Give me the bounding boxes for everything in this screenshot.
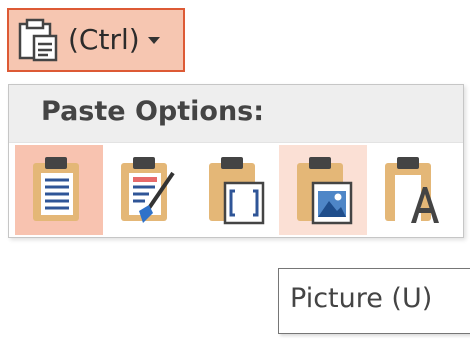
use-destination-theme-icon bbox=[33, 157, 79, 221]
paste-option-picture[interactable] bbox=[279, 145, 367, 235]
paste-options-menu: Paste Options: bbox=[8, 84, 464, 238]
ctrl-label: (Ctrl) bbox=[68, 23, 140, 56]
embed-icon bbox=[209, 157, 265, 225]
dropdown-arrow-icon bbox=[147, 37, 160, 44]
paste-option-embed[interactable] bbox=[191, 145, 279, 235]
paste-option-keep-text-only[interactable] bbox=[367, 145, 455, 235]
paste-options-row bbox=[15, 145, 455, 235]
picture-icon bbox=[297, 157, 353, 225]
menu-title: Paste Options: bbox=[41, 96, 265, 127]
keep-text-only-icon bbox=[385, 157, 439, 223]
paste-options-ctrl-button[interactable]: (Ctrl) bbox=[7, 8, 185, 72]
paste-clipboard-icon bbox=[18, 18, 58, 62]
picture-tooltip: Picture (U) bbox=[278, 268, 470, 334]
keep-source-formatting-icon bbox=[121, 157, 175, 223]
tooltip-text: Picture (U) bbox=[290, 283, 433, 314]
paste-option-keep-source-formatting[interactable] bbox=[103, 145, 191, 235]
paste-options-header: Paste Options: bbox=[9, 85, 463, 143]
paste-option-use-destination-theme[interactable] bbox=[15, 145, 103, 235]
